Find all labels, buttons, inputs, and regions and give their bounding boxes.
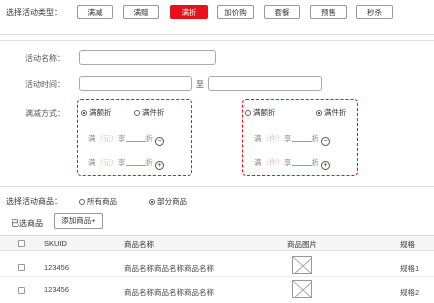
divider (0, 34, 434, 35)
activity-type-label: 选择活动类型： (6, 8, 62, 17)
discount-input[interactable] (291, 158, 312, 166)
row-product-name: 商品名称商品名称商品名称 (124, 288, 214, 297)
row-skuid: 123456 (44, 285, 70, 294)
radio-icon (81, 110, 87, 116)
discount-mode-label: 满减方式： (25, 109, 65, 118)
row-checkbox[interactable] (18, 287, 25, 294)
radio-icon (245, 110, 251, 116)
type-button-full-discount[interactable]: 满折 (170, 5, 208, 19)
start-time-input[interactable] (79, 76, 192, 91)
activity-name-label: 活动名称： (25, 54, 65, 63)
type-button-presale[interactable]: 预售 (310, 5, 347, 19)
radio-label: 满额折 (89, 108, 112, 117)
col-spec: 规格 (400, 240, 415, 249)
selected-goods-label: 已选商品 (11, 219, 43, 228)
radio-amount-discount[interactable]: 满额折 (81, 107, 112, 118)
radio-all-goods[interactable]: 所有商品 (79, 196, 117, 207)
type-button-add-price-buy[interactable]: 加价购 (217, 5, 254, 19)
discount-input[interactable] (291, 134, 312, 142)
radio-label: 所有商品 (87, 197, 117, 206)
discount-input[interactable] (125, 158, 146, 166)
radio-icon (149, 199, 155, 205)
image-placeholder-icon (293, 257, 311, 273)
type-button-full-reduction[interactable]: 满减 (77, 5, 113, 19)
col-product-image: 商品图片 (287, 240, 317, 249)
activity-name-input[interactable] (79, 50, 216, 65)
product-image-placeholder (292, 256, 312, 274)
rule-row: 满（元）享折 − (88, 133, 164, 146)
radio-icon (134, 110, 140, 116)
plus-icon[interactable]: + (155, 161, 164, 170)
select-all-checkbox[interactable] (18, 240, 25, 247)
col-product-name: 商品名称 (124, 240, 154, 249)
row-product-name: 商品名称商品名称商品名称 (124, 264, 214, 273)
add-goods-button[interactable]: 添加商品+ (54, 213, 103, 229)
rule-row: 满（元）享折 + (88, 157, 164, 170)
time-to-label: 至 (196, 80, 204, 89)
minus-icon[interactable]: − (155, 137, 164, 146)
type-button-bundle[interactable]: 套餐 (264, 5, 300, 19)
type-button-full-gift[interactable]: 满赠 (123, 5, 159, 19)
divider (0, 40, 434, 41)
radio-label: 满额折 (253, 108, 276, 117)
radio-quantity-discount[interactable]: 满件折 (316, 107, 347, 118)
row-spec: 规格2 (400, 288, 420, 297)
col-skuid: SKUID (44, 239, 67, 248)
radio-label: 满件折 (142, 108, 165, 117)
rule-row: 满（件）享折 + (254, 157, 330, 170)
image-placeholder-icon (293, 281, 311, 297)
type-button-flash-sale[interactable]: 秒杀 (356, 5, 393, 19)
radio-quantity-discount[interactable]: 满件折 (134, 107, 165, 118)
select-goods-label: 选择活动商品： (6, 197, 62, 206)
radio-label: 满件折 (324, 108, 347, 117)
radio-label: 部分商品 (157, 197, 187, 206)
product-image-placeholder (292, 280, 312, 298)
row-skuid: 123456 (44, 263, 70, 272)
radio-amount-discount[interactable]: 满额折 (245, 107, 276, 118)
end-time-input[interactable] (208, 76, 322, 91)
radio-icon (316, 110, 322, 116)
plus-icon[interactable]: + (321, 161, 330, 170)
minus-icon[interactable]: − (321, 137, 330, 146)
radio-partial-goods[interactable]: 部分商品 (149, 196, 187, 207)
divider (0, 186, 434, 187)
activity-time-label: 活动时间： (25, 80, 65, 89)
row-checkbox[interactable] (18, 264, 25, 271)
discount-input[interactable] (125, 134, 146, 142)
radio-icon (79, 199, 85, 205)
row-spec: 规格1 (400, 264, 420, 273)
rule-row: 满（件）享折 − (254, 133, 330, 146)
